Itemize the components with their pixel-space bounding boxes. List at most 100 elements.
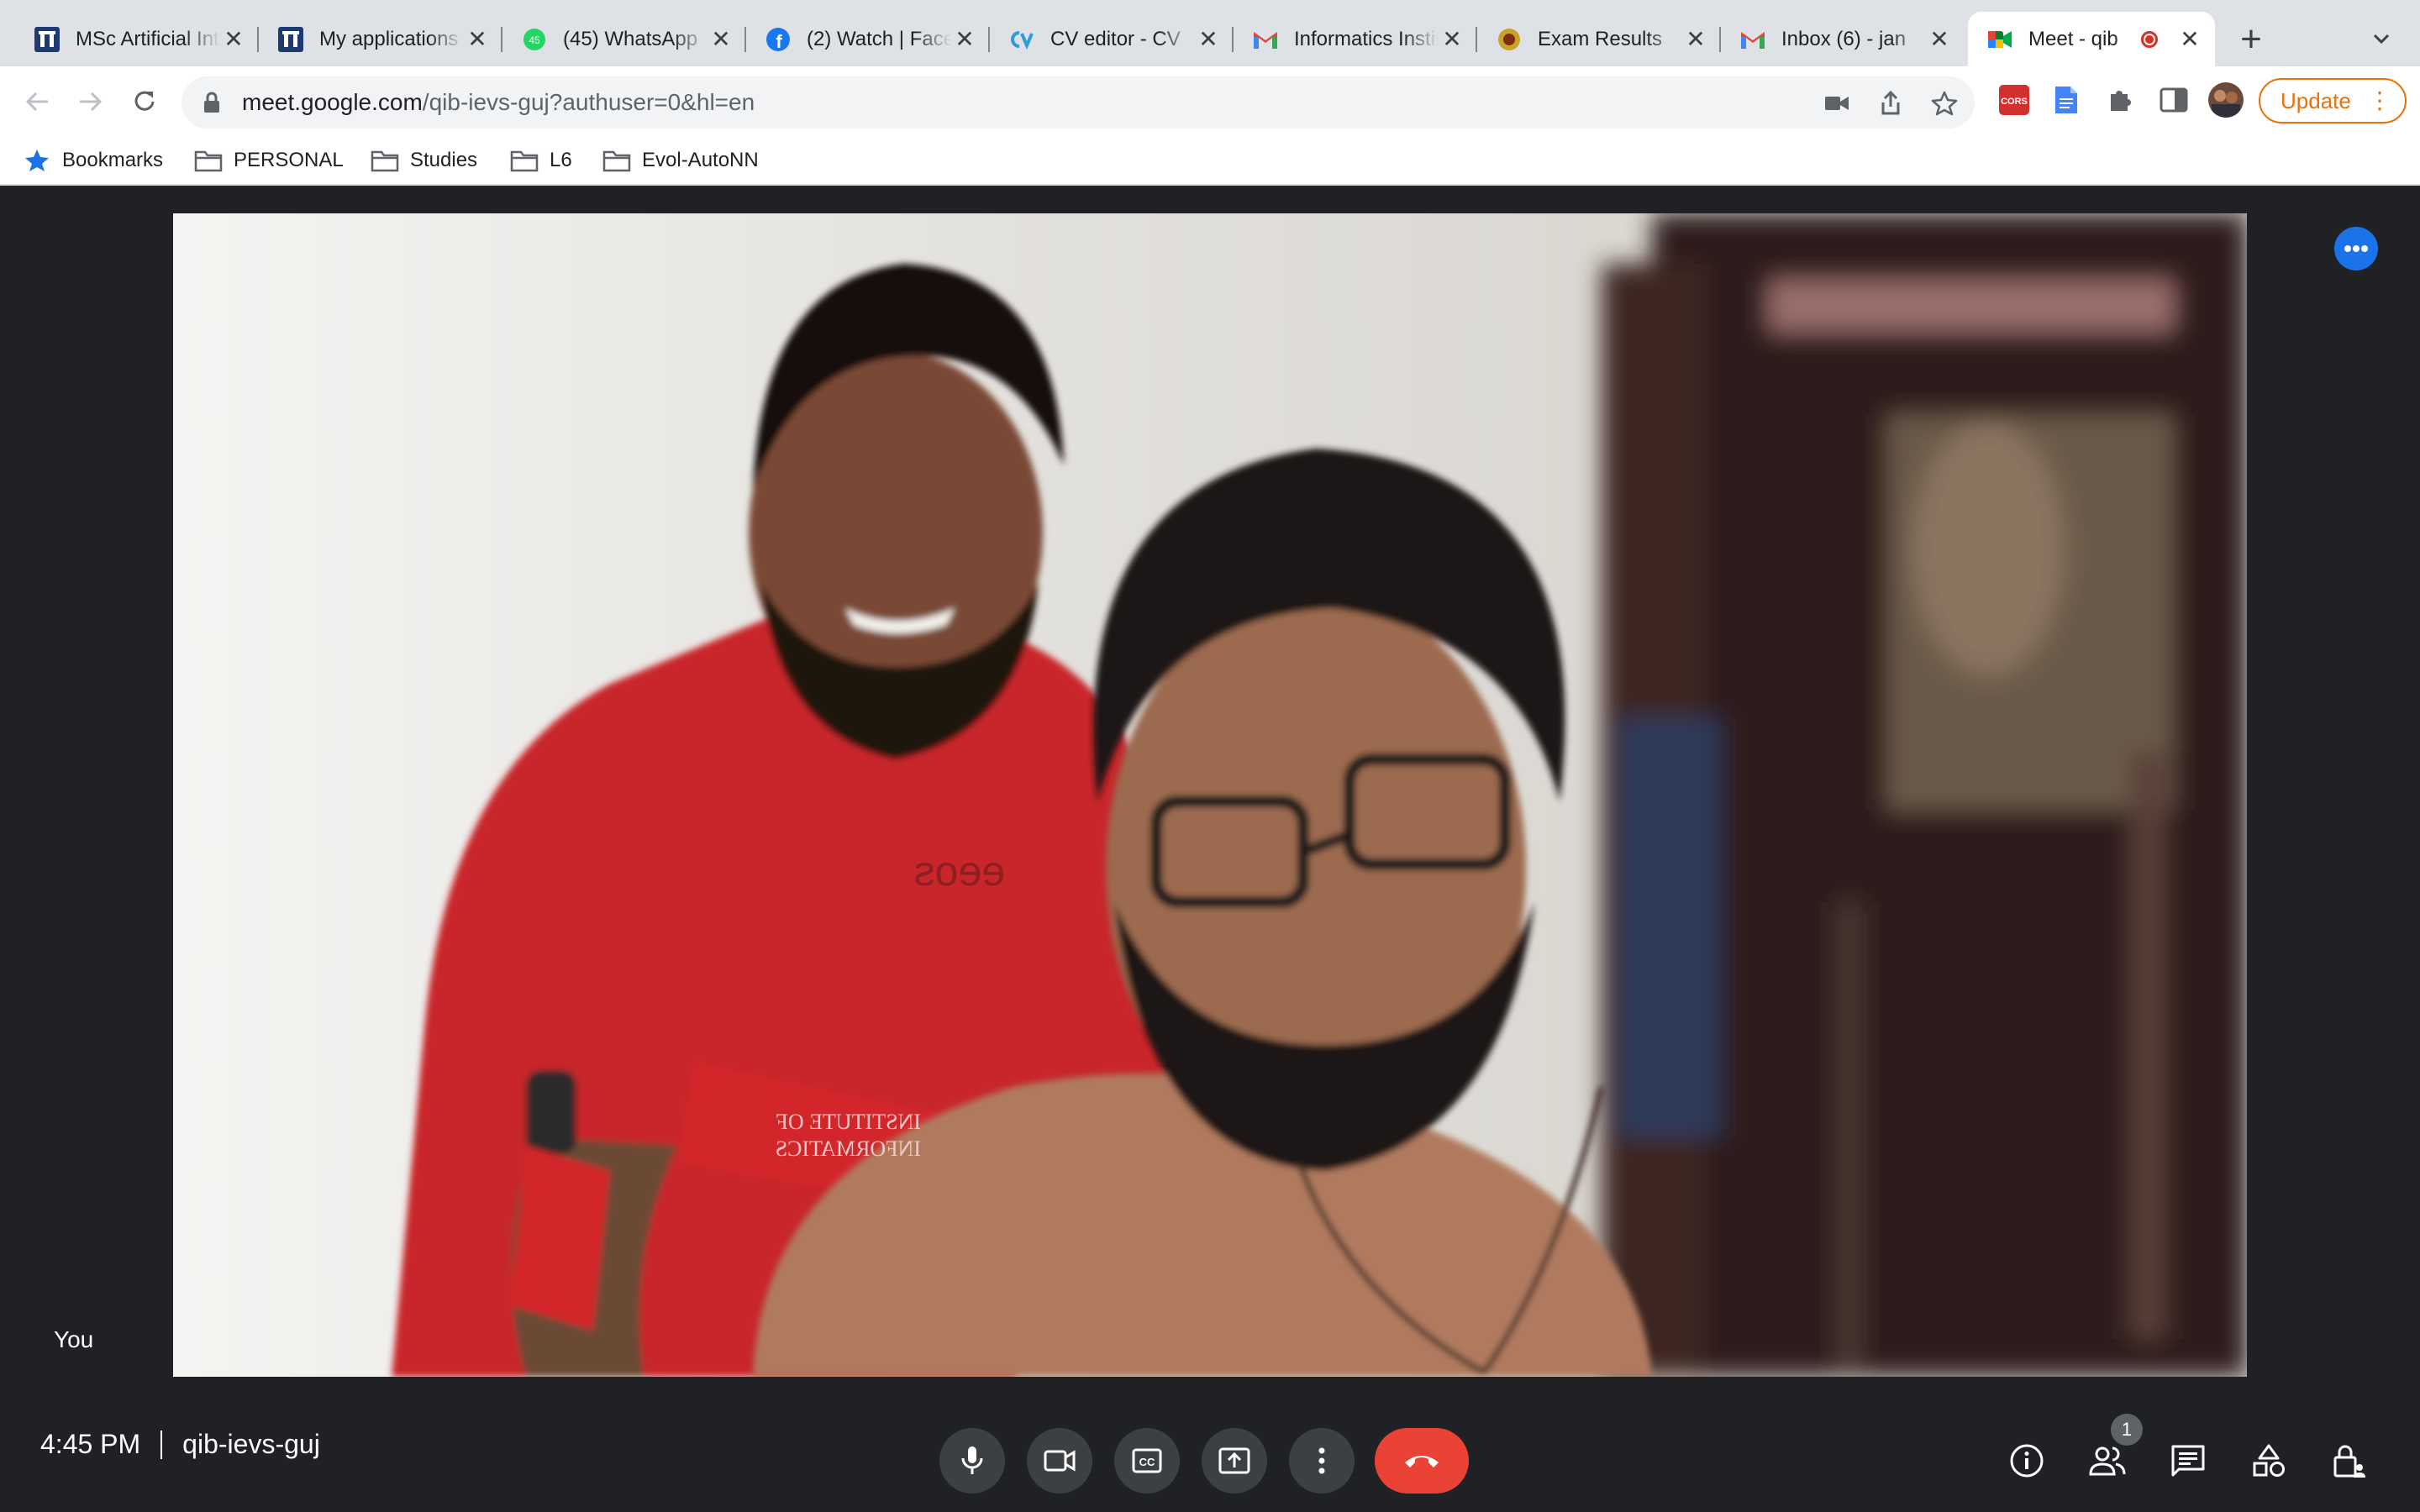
- bookmarks-bar: Bookmarks PERSONAL Studies L6 Evol-AutoN…: [0, 135, 2420, 186]
- back-arrow-icon[interactable]: [17, 81, 57, 122]
- more-options-icon[interactable]: [2334, 227, 2378, 270]
- update-label: Update: [2281, 87, 2351, 113]
- cors-label: CORS: [2001, 97, 2028, 107]
- emblem-icon: [1496, 26, 1523, 53]
- camera-button[interactable]: [1027, 1428, 1092, 1494]
- tab-strip: MSc Artificial Intelligence ✕ My applica…: [0, 0, 2420, 66]
- url-host: meet.google.com: [242, 89, 423, 115]
- update-button[interactable]: Update ⋮: [2259, 78, 2407, 123]
- tab-cv-editor[interactable]: CV editor - CV ✕: [990, 12, 1234, 66]
- hang-up-phone-icon: [1405, 1456, 1439, 1467]
- people-button[interactable]: [2086, 1439, 2129, 1483]
- tab-facebook[interactable]: f (2) Watch | Facebook ✕: [746, 12, 990, 66]
- meet-call-area: eeos INSTITUTE OF INFORMATICS You 4:45 P…: [0, 186, 2420, 1512]
- menu-dots-icon[interactable]: ⋮: [2368, 87, 2391, 114]
- close-icon[interactable]: ✕: [1439, 26, 1465, 53]
- activities-button[interactable]: [2247, 1439, 2291, 1483]
- folder-icon: [193, 148, 224, 173]
- folder-icon: [370, 148, 400, 173]
- video-frame: eeos INSTITUTE OF INFORMATICS: [173, 213, 2247, 1377]
- docs-extension-icon[interactable]: [2047, 81, 2086, 119]
- host-controls-button[interactable]: [2328, 1439, 2371, 1483]
- lock-icon[interactable]: [200, 92, 224, 113]
- captions-button[interactable]: CC: [1114, 1428, 1180, 1494]
- close-icon[interactable]: ✕: [1195, 26, 1222, 53]
- tube-print-line-2: INFORMATICS: [776, 1137, 921, 1161]
- tab-title: Inbox (6) - jan: [1781, 27, 1907, 50]
- bookmark-folder-evol-autonn[interactable]: Evol-AutoNN: [602, 145, 759, 176]
- present-icon: [1218, 1447, 1250, 1474]
- folder-label: PERSONAL: [234, 149, 344, 171]
- microphone-button[interactable]: [939, 1428, 1005, 1494]
- recording-icon: [2141, 30, 2158, 48]
- close-icon[interactable]: ✕: [2176, 26, 2203, 53]
- meeting-info-button[interactable]: [2005, 1439, 2049, 1483]
- vertical-dots-icon: [1318, 1447, 1325, 1474]
- bookmark-folder-l6[interactable]: L6: [509, 145, 572, 176]
- tab-title: (45) WhatsApp: [563, 27, 698, 50]
- close-icon[interactable]: ✕: [708, 26, 734, 53]
- folder-label: Studies: [410, 149, 478, 171]
- address-bar[interactable]: meet.google.com/qib-ievs-guj?authuser=0&…: [182, 76, 1975, 129]
- tab-title: CV editor - CV: [1050, 27, 1181, 50]
- svg-text:45: 45: [529, 34, 540, 46]
- tab-msc-ai[interactable]: MSc Artificial Intelligence ✕: [15, 12, 259, 66]
- bookmark-folder-personal[interactable]: PERSONAL: [193, 145, 344, 176]
- share-icon[interactable]: [1874, 87, 1907, 120]
- tab-title: My applications: [319, 27, 459, 50]
- tab-title: Informatics Institute: [1294, 27, 1439, 50]
- lock-person-icon: [2333, 1445, 2365, 1478]
- leave-call-button[interactable]: [1375, 1428, 1469, 1494]
- tube-print-line-1: INSTITUTE OF: [776, 1110, 921, 1134]
- self-view-label: You: [54, 1326, 94, 1352]
- university-icon: [277, 26, 304, 53]
- folder-icon: [509, 148, 539, 173]
- cv-icon: [1008, 26, 1035, 53]
- people-icon: [2089, 1446, 2126, 1476]
- folder-label: L6: [550, 149, 572, 171]
- close-icon[interactable]: ✕: [464, 26, 491, 53]
- chat-icon: [2171, 1445, 2205, 1477]
- meet-icon: [1986, 26, 2013, 53]
- tab-whatsapp[interactable]: 45 (45) WhatsApp ✕: [502, 12, 746, 66]
- meeting-details: 4:45 PM qib-ievs-guj: [40, 1429, 320, 1460]
- side-panel-icon[interactable]: [2154, 81, 2193, 119]
- close-icon[interactable]: ✕: [1682, 26, 1709, 53]
- bookmark-folder-studies[interactable]: Studies: [370, 145, 477, 176]
- tab-informatics-gmail[interactable]: Informatics Institute ✕: [1234, 12, 1477, 66]
- bookmarks-menu[interactable]: Bookmarks: [22, 145, 163, 176]
- bookmark-star-icon[interactable]: [1928, 87, 1961, 120]
- present-screen-button[interactable]: [1202, 1428, 1267, 1494]
- forward-arrow-icon[interactable]: [71, 81, 111, 122]
- tab-meet[interactable]: Meet - qib ✕: [1968, 12, 2215, 66]
- folder-label: Evol-AutoNN: [642, 149, 759, 171]
- gmail-icon: [1252, 26, 1279, 53]
- reload-icon[interactable]: [124, 81, 165, 122]
- more-actions-button[interactable]: [1289, 1428, 1355, 1494]
- close-icon[interactable]: ✕: [1926, 26, 1953, 53]
- whatsapp-icon: 45: [521, 26, 548, 53]
- chat-button[interactable]: [2166, 1439, 2210, 1483]
- puzzle-extensions-icon[interactable]: [2101, 81, 2139, 119]
- cors-extension-icon[interactable]: CORS: [1995, 81, 2033, 119]
- activities-shapes-icon: [2253, 1444, 2285, 1477]
- close-icon[interactable]: ✕: [951, 26, 978, 53]
- facebook-icon: f: [765, 26, 792, 53]
- participant-count-badge: 1: [2111, 1414, 2143, 1446]
- chevron-down-icon[interactable]: [2363, 20, 2400, 57]
- url-text: meet.google.com/qib-ievs-guj?authuser=0&…: [242, 89, 755, 116]
- avatar[interactable]: [2207, 81, 2245, 119]
- camera-in-use-icon[interactable]: [1820, 87, 1854, 120]
- tab-exam-results[interactable]: Exam Results ✕: [1477, 12, 1721, 66]
- folder-icon: [602, 148, 632, 173]
- tab-inbox-gmail[interactable]: Inbox (6) - jan ✕: [1721, 12, 1965, 66]
- new-tab-icon[interactable]: +: [2230, 18, 2272, 60]
- tab-my-applications[interactable]: My applications ✕: [259, 12, 502, 66]
- current-time: 4:45 PM: [40, 1429, 141, 1459]
- star-icon: [22, 148, 52, 173]
- self-video-feed: eeos INSTITUTE OF INFORMATICS: [173, 213, 2247, 1377]
- url-path: /qib-ievs-guj?authuser=0&hl=en: [422, 89, 755, 115]
- svg-text:f: f: [776, 31, 782, 52]
- close-icon[interactable]: ✕: [220, 26, 247, 53]
- tab-title: (2) Watch | Facebook: [807, 27, 951, 50]
